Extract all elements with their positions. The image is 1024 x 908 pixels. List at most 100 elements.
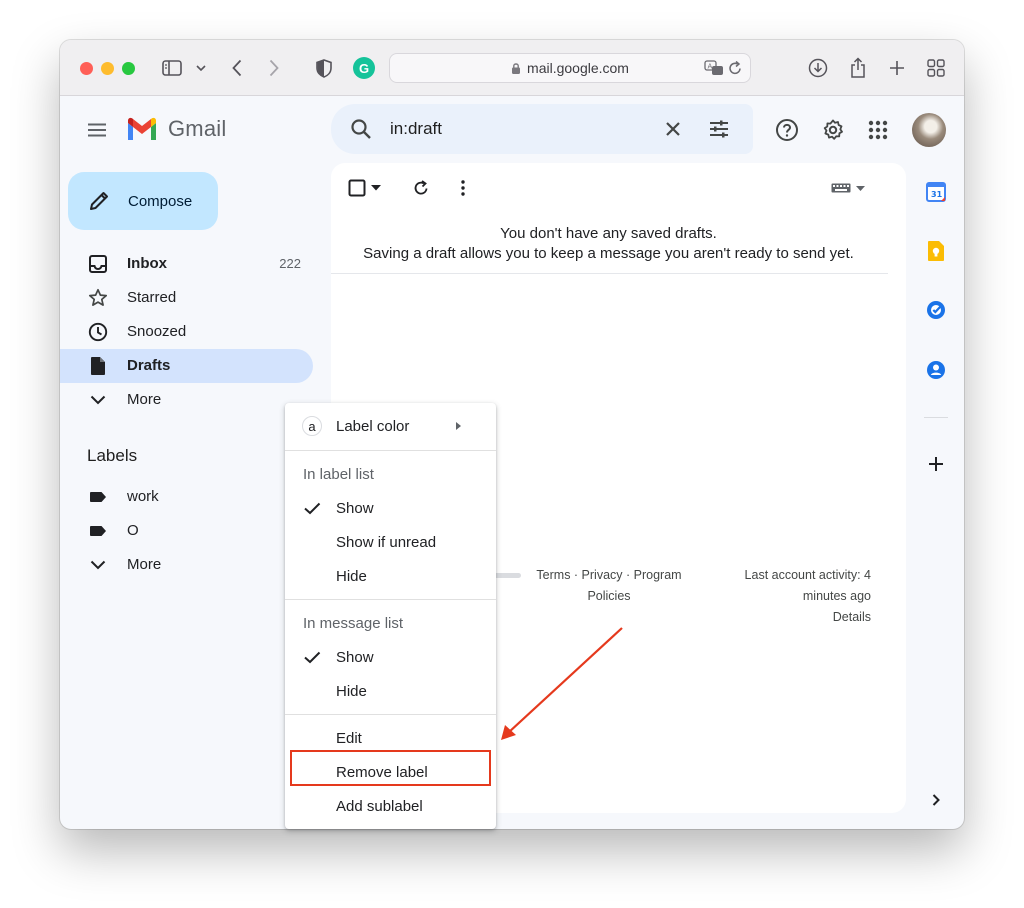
new-tab-icon[interactable]	[885, 56, 909, 80]
draft-icon	[88, 356, 108, 376]
sidebar-item-label: Snoozed	[127, 323, 187, 340]
back-icon[interactable]	[225, 56, 249, 80]
menu-item-label: Edit	[336, 730, 362, 747]
settings-gear-icon[interactable]	[820, 117, 846, 143]
menu-item-message-list-show[interactable]: Show	[285, 642, 496, 672]
account-activity: Last account activity: 4 minutes ago Det…	[727, 565, 871, 628]
address-bar[interactable]: mail.google.com A	[389, 53, 751, 83]
side-panel-divider	[924, 417, 948, 418]
grammarly-extension-icon[interactable]: G	[353, 57, 375, 79]
menu-item-label: Show if unread	[336, 534, 437, 551]
labels-heading: Labels	[87, 446, 138, 465]
label-icon	[88, 487, 108, 507]
help-icon[interactable]	[774, 117, 800, 143]
label-item-label: work	[127, 488, 159, 505]
gmail-logo[interactable]: Gmail	[126, 116, 226, 142]
menu-item-add-sublabel[interactable]: Add sublabel	[285, 791, 496, 821]
sidebar-item-more[interactable]: More	[60, 383, 313, 417]
browser-window: G mail.google.com A Gmail in:draft Compo…	[60, 40, 964, 829]
menu-item-label: Add sublabel	[336, 798, 423, 815]
menu-section-message-list: In message list	[303, 615, 404, 632]
label-item-work[interactable]: work	[60, 480, 313, 514]
search-input[interactable]: in:draft	[390, 119, 442, 139]
tasks-app-icon[interactable]	[924, 298, 948, 322]
menu-item-label-list-show[interactable]: Show	[285, 493, 496, 523]
search-bar[interactable]: in:draft	[331, 104, 753, 154]
menu-item-edit[interactable]: Edit	[285, 723, 496, 753]
chevron-down-icon	[88, 390, 108, 410]
sidebar-item-label: Drafts	[127, 357, 171, 374]
tab-overview-icon[interactable]	[924, 56, 948, 80]
expand-side-panel-icon[interactable]	[924, 788, 948, 812]
labels-more[interactable]: More	[60, 548, 313, 582]
get-addons-plus-icon[interactable]	[924, 452, 948, 476]
zoom-window-button[interactable]	[122, 62, 135, 75]
url-text: mail.google.com	[527, 60, 629, 76]
menu-item-message-list-hide[interactable]: Hide	[285, 676, 496, 706]
footer-links: Terms · Privacy · Program Policies	[527, 565, 691, 607]
search-icon[interactable]	[349, 117, 373, 146]
compose-button[interactable]: Compose	[68, 172, 218, 230]
sidebar-item-inbox[interactable]: Inbox 222	[60, 247, 313, 281]
reload-icon[interactable]	[728, 60, 742, 79]
main-menu-icon[interactable]	[84, 118, 110, 142]
select-dropdown-icon[interactable]	[371, 183, 381, 193]
compose-label: Compose	[128, 192, 193, 210]
share-icon[interactable]	[846, 56, 870, 80]
sidebar-toggle-icon[interactable]	[160, 56, 184, 80]
activity-text: Last account activity: 4	[744, 568, 871, 582]
privacy-shield-icon[interactable]	[312, 56, 336, 80]
list-divider	[331, 273, 888, 274]
sidebar-item-drafts[interactable]: Drafts	[60, 349, 313, 383]
menu-item-label: Hide	[336, 683, 367, 700]
checkmark-icon	[303, 499, 321, 522]
lock-icon	[511, 62, 521, 75]
translate-icon[interactable]: A	[704, 60, 724, 79]
svg-text:31: 31	[931, 190, 943, 199]
footer-policies-link[interactable]: Policies	[527, 586, 691, 607]
chevron-down-icon[interactable]	[189, 56, 213, 80]
star-icon	[88, 288, 108, 308]
sidebar-item-label: Inbox	[127, 255, 167, 272]
menu-item-label-list-show-if-unread[interactable]: Show if unread	[285, 527, 496, 557]
menu-item-label-list-hide[interactable]: Hide	[285, 561, 496, 591]
details-link[interactable]: Details	[727, 607, 871, 628]
close-window-button[interactable]	[80, 62, 93, 75]
pencil-icon	[88, 190, 110, 212]
menu-item-label: Show	[336, 649, 374, 666]
minimize-window-button[interactable]	[101, 62, 114, 75]
clear-search-icon[interactable]	[661, 117, 685, 146]
keyboard-icon[interactable]	[830, 181, 852, 195]
label-item-label: More	[127, 556, 162, 573]
more-options-icon[interactable]	[453, 178, 473, 198]
select-all-checkbox[interactable]	[347, 178, 367, 198]
empty-state-title: You don't have any saved drafts.	[500, 225, 717, 242]
label-item-o[interactable]: O	[60, 514, 313, 548]
menu-item-label-color[interactable]: a Label color	[285, 411, 496, 441]
checkmark-icon	[303, 648, 321, 671]
inbox-unread-count: 222	[279, 256, 301, 271]
sidebar-item-starred[interactable]: Starred	[60, 281, 313, 315]
activity-text-2: minutes ago	[802, 589, 871, 603]
keep-app-icon[interactable]	[924, 239, 948, 263]
contacts-app-icon[interactable]	[924, 358, 948, 382]
menu-section-label-list: In label list	[303, 466, 374, 483]
annotation-highlight-box	[290, 750, 491, 786]
search-options-icon[interactable]	[707, 117, 731, 146]
footer-terms-link[interactable]: Terms · Privacy · Program	[527, 565, 691, 586]
menu-separator	[285, 450, 496, 451]
apps-grid-icon[interactable]	[865, 117, 891, 143]
gmail-m-icon	[128, 117, 156, 140]
calendar-app-icon[interactable]: 31	[924, 180, 948, 204]
inbox-icon	[88, 254, 108, 274]
sidebar-item-snoozed[interactable]: Snoozed	[60, 315, 313, 349]
forward-icon[interactable]	[262, 56, 286, 80]
app-name: Gmail	[168, 116, 227, 141]
sidebar-item-label: Starred	[127, 289, 177, 306]
account-avatar[interactable]	[912, 113, 946, 147]
refresh-icon[interactable]	[411, 178, 431, 198]
sidebar-item-label: More	[127, 391, 162, 408]
input-tools-dropdown-icon[interactable]	[855, 183, 865, 193]
submenu-arrow-icon	[456, 422, 461, 430]
downloads-icon[interactable]	[806, 56, 830, 80]
